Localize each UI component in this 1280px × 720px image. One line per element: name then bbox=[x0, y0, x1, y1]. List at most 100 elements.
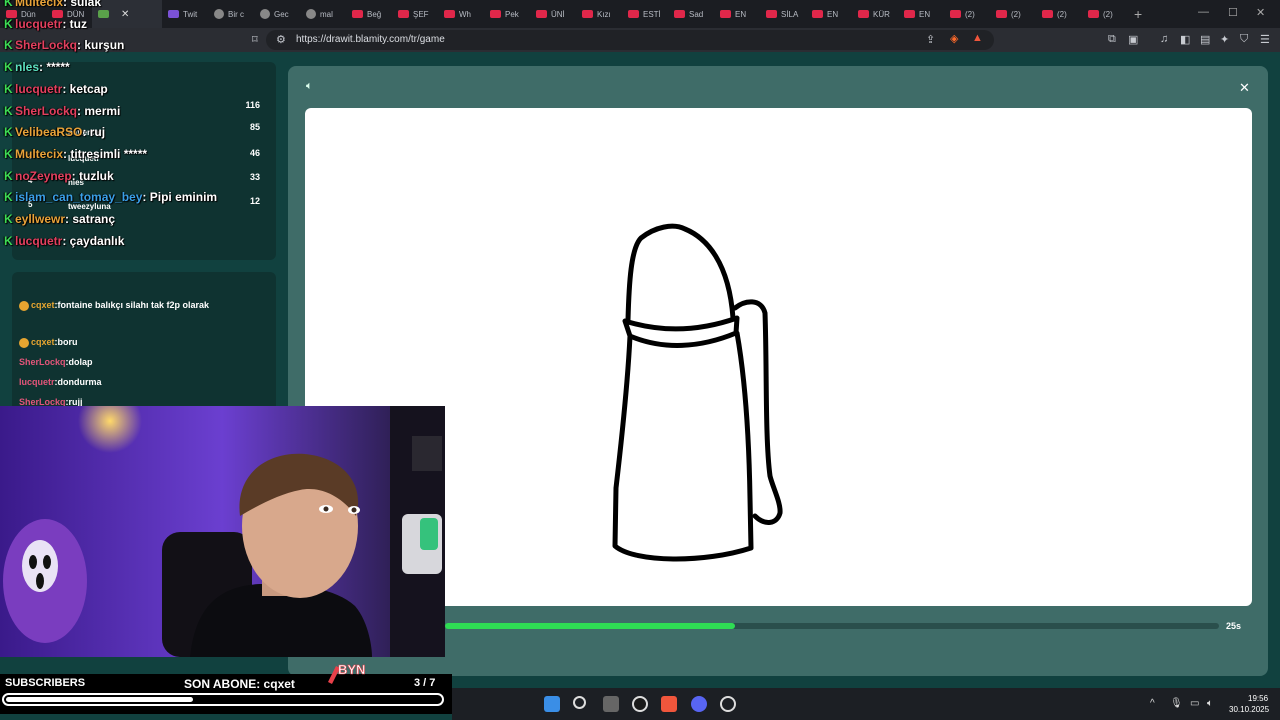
browser-tab[interactable]: (2) bbox=[990, 0, 1036, 28]
tab-close-icon[interactable]: ✕ bbox=[121, 9, 129, 20]
chat-text: : titresimli ***** bbox=[63, 146, 148, 161]
vpn-icon[interactable]: ⛉ bbox=[1240, 33, 1248, 46]
youtube-icon bbox=[352, 10, 363, 18]
browser-tab[interactable]: ŞEF bbox=[392, 0, 438, 28]
browser-tab[interactable]: ÜNİ bbox=[530, 0, 576, 28]
discord-icon[interactable] bbox=[691, 696, 707, 712]
kick-icon: K bbox=[4, 38, 13, 53]
brave-icon[interactable] bbox=[661, 696, 677, 712]
sidebar-icon[interactable]: ◧ bbox=[1180, 33, 1190, 46]
browser-tab[interactable]: EN bbox=[898, 0, 944, 28]
browser-tab[interactable]: Bir c bbox=[208, 0, 254, 28]
browser-tab[interactable]: Beğ bbox=[346, 0, 392, 28]
extensions-icon[interactable]: ⧉ bbox=[1108, 33, 1116, 46]
browser-tab[interactable]: Pek bbox=[484, 0, 530, 28]
media-icon[interactable]: ♫ bbox=[1160, 33, 1168, 45]
browser-tab[interactable]: Kızı bbox=[576, 0, 622, 28]
close-window-icon[interactable]: ✕ bbox=[1256, 6, 1265, 19]
browser-tab[interactable]: ✕ bbox=[92, 0, 162, 28]
browser-tab[interactable]: EN bbox=[806, 0, 852, 28]
brave-shields-icon[interactable]: ◈ bbox=[950, 32, 958, 45]
tray-expand-icon[interactable]: ^ bbox=[1150, 698, 1155, 709]
browser-tab[interactable]: Twit bbox=[162, 0, 208, 28]
browser-tab[interactable]: KÜR bbox=[852, 0, 898, 28]
display-icon[interactable]: ▭ bbox=[1190, 698, 1199, 709]
youtube-icon bbox=[490, 10, 501, 18]
youtube-icon bbox=[444, 10, 455, 18]
search-icon[interactable] bbox=[573, 696, 586, 709]
timer-bar bbox=[445, 623, 1219, 629]
maximize-icon[interactable]: ☐ bbox=[1228, 6, 1238, 19]
chat-username: Multecix bbox=[15, 0, 64, 9]
drawing-canvas[interactable] bbox=[305, 108, 1252, 606]
chat-username: lucquetr bbox=[15, 16, 63, 31]
brave-rewards-icon[interactable]: ▲ bbox=[972, 32, 983, 44]
browser-tab[interactable]: (2) bbox=[1036, 0, 1082, 28]
chatgpt-icon[interactable] bbox=[632, 696, 648, 712]
browser-tab[interactable]: ESTİ bbox=[622, 0, 668, 28]
chat-text: : çaydanlık bbox=[62, 233, 125, 248]
scoreboard-points: 116 bbox=[245, 100, 260, 110]
kick-icon: K bbox=[4, 125, 13, 140]
youtube-icon bbox=[904, 10, 915, 18]
browser-tab[interactable]: (2) bbox=[1082, 0, 1128, 28]
screenshot-icon[interactable]: ▣ bbox=[1128, 33, 1138, 46]
sub-goal-bar bbox=[2, 693, 444, 706]
browser-tab[interactable]: Wh bbox=[438, 0, 484, 28]
tab-label: (2) bbox=[1103, 9, 1113, 19]
game-chat-message: cqxet:boru bbox=[19, 334, 254, 350]
browser-tab[interactable]: Gec bbox=[254, 0, 300, 28]
timer-bar-fill bbox=[445, 623, 736, 629]
youtube-icon bbox=[536, 10, 547, 18]
url-text[interactable]: https://drawit.blamity.com/tr/game bbox=[296, 34, 445, 45]
bookmark-icon[interactable]: ⌑ bbox=[252, 33, 258, 46]
tab-label: Gec bbox=[274, 9, 289, 19]
clock-date[interactable]: 30.10.2025 bbox=[1229, 705, 1269, 714]
chat-username: cqxet bbox=[31, 337, 55, 347]
new-tab-icon[interactable]: + bbox=[1134, 6, 1142, 22]
tab-label: EN bbox=[919, 9, 931, 19]
browser-tab[interactable]: Sad bbox=[668, 0, 714, 28]
close-icon[interactable]: ✕ bbox=[1239, 80, 1250, 96]
sub-goal-bar-fill bbox=[6, 697, 193, 702]
game-chat-message: lucquetr:dondurma bbox=[19, 374, 254, 390]
browser-tab[interactable]: mal bbox=[300, 0, 346, 28]
chat-text: : ruj bbox=[82, 125, 106, 140]
leo-icon[interactable]: ✦ bbox=[1220, 33, 1229, 46]
site-settings-icon[interactable]: ⚙ bbox=[276, 33, 286, 46]
chat-text: : mermi bbox=[77, 103, 121, 118]
kick-icon: K bbox=[4, 0, 13, 9]
browser-tab[interactable]: EN bbox=[714, 0, 760, 28]
tab-label: Kızı bbox=[597, 9, 611, 19]
badge-icon bbox=[19, 337, 29, 348]
microphone-icon[interactable]: 🎙︎ bbox=[1170, 698, 1183, 709]
wallet-icon[interactable]: ▤ bbox=[1200, 33, 1210, 46]
scoreboard-points: 33 bbox=[249, 172, 260, 182]
url-field[interactable]: ⚙ https://drawit.blamity.com/tr/game ⇪ ◈… bbox=[266, 30, 994, 50]
chat-text: : Pipi eminim bbox=[142, 190, 218, 205]
youtube-icon bbox=[950, 10, 961, 18]
channel-logo-text: BYN bbox=[338, 662, 365, 677]
kick-icon: K bbox=[4, 60, 13, 75]
chat-text: : ketcap bbox=[62, 81, 108, 96]
chat-text: :dondurma bbox=[54, 377, 102, 387]
game-chat-message: SherLockq:dolap bbox=[19, 354, 254, 370]
clock-time[interactable]: 19:56 bbox=[1248, 694, 1268, 703]
task-view-icon[interactable] bbox=[603, 696, 619, 712]
stream-chat-message: Keyllwewr: satranç bbox=[4, 212, 115, 226]
browser-tab[interactable]: SİLA bbox=[760, 0, 806, 28]
tab-label: EN bbox=[735, 9, 747, 19]
youtube-icon bbox=[628, 10, 639, 18]
tab-label: KÜR bbox=[873, 9, 890, 19]
share-icon[interactable]: ⇪ bbox=[926, 33, 935, 46]
minimize-icon[interactable]: — bbox=[1198, 6, 1209, 18]
browser-tab[interactable]: (2) bbox=[944, 0, 990, 28]
app-icon[interactable] bbox=[720, 696, 736, 712]
menu-icon[interactable]: ☰ bbox=[1260, 33, 1270, 46]
windows-start-icon[interactable] bbox=[544, 696, 560, 712]
volume-icon[interactable]: 🔈︎ bbox=[1207, 698, 1213, 709]
tab-label: (2) bbox=[965, 9, 975, 19]
sound-icon[interactable]: 🔈︎ bbox=[306, 80, 313, 93]
chat-username: lucquetr bbox=[19, 377, 55, 387]
youtube-icon bbox=[1042, 10, 1053, 18]
